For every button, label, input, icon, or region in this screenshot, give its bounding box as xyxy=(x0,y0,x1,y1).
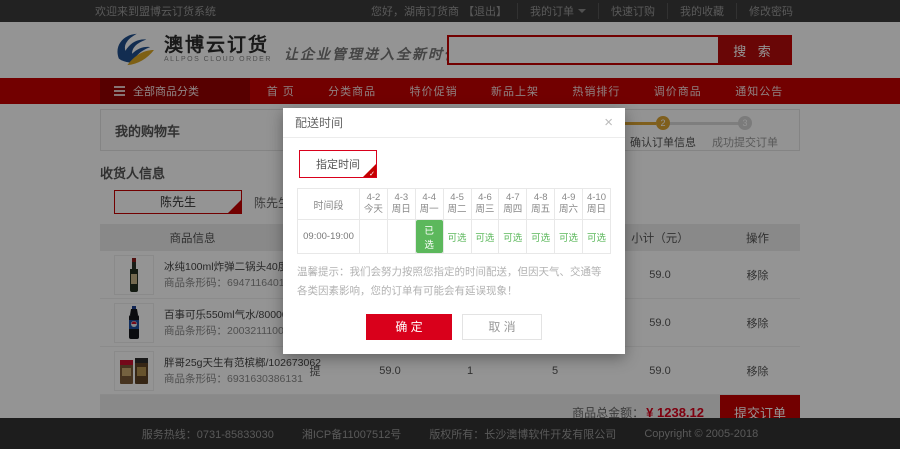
schedule-date-header: 4-3 周日 xyxy=(386,188,416,220)
close-icon[interactable]: × xyxy=(604,115,613,130)
schedule-slot-available[interactable]: 可选 xyxy=(498,219,528,254)
schedule-date-header: 4-6 周三 xyxy=(470,188,500,220)
schedule-date-header: 4-8 周五 xyxy=(526,188,556,220)
delivery-schedule-table: 时间段 4-2 今天 4-3 周日 4-4 周一 4-5 周二 4-6 周三 4-7 周四 … xyxy=(297,188,611,254)
schedule-slot-available[interactable]: 可选 xyxy=(470,219,500,254)
cancel-button[interactable]: 取 消 xyxy=(462,313,542,340)
schedule-date-header: 4-4 周一 xyxy=(414,188,444,220)
corner-check-icon xyxy=(363,164,376,177)
schedule-date-header: 4-7 周四 xyxy=(498,188,528,220)
schedule-slot-available[interactable]: 可选 xyxy=(554,219,583,254)
schedule-date-header: 4-5 周二 xyxy=(442,188,472,220)
schedule-date-header: 4-10 周日 xyxy=(582,188,611,220)
schedule-time-range: 09:00-19:00 xyxy=(297,219,360,254)
schedule-slot xyxy=(359,219,388,254)
schedule-slot-available[interactable]: 可选 xyxy=(526,219,556,254)
delivery-time-modal: 配送时间 × 指定时间 时间段 4-2今天 4-3周日 4-4周一 4-5周二 … xyxy=(283,108,625,354)
schedule-date-header: 4-2 今天 xyxy=(359,188,388,220)
schedule-slot xyxy=(386,219,416,254)
delivery-tip-text: 温馨提示：我们会努力按照您指定的时间配送，但因天气、交通等各类因素影响，您的订单… xyxy=(297,266,602,297)
specified-time-button[interactable]: 指定时间 xyxy=(299,150,377,178)
modal-title: 配送时间 xyxy=(295,116,344,130)
schedule-slot-selected[interactable]: 已选 xyxy=(414,219,444,254)
schedule-date-header: 4-9 周六 xyxy=(554,188,583,220)
confirm-button[interactable]: 确 定 xyxy=(366,313,452,340)
schedule-slot-available[interactable]: 可选 xyxy=(582,219,611,254)
schedule-time-header: 时间段 xyxy=(297,188,360,220)
schedule-slot-available[interactable]: 可选 xyxy=(442,219,472,254)
